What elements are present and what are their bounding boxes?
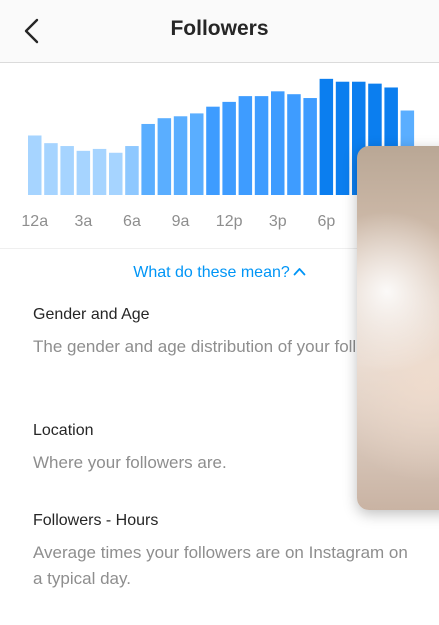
- help-link-label: What do these mean?: [133, 264, 290, 281]
- section-heading: Location: [33, 422, 94, 439]
- tick-label: 6a: [123, 213, 141, 230]
- bar-hour-19: [335, 81, 350, 195]
- followers-hours-section: Followers - Hours Average times your fol…: [33, 512, 413, 592]
- header-bar: Followers: [0, 0, 439, 63]
- bar-hour-1: [44, 143, 58, 195]
- bar-hour-14: [254, 96, 269, 195]
- bar-hour-18: [319, 78, 334, 195]
- tick-label: 3a: [74, 213, 92, 230]
- bar-hour-6: [125, 146, 139, 195]
- section-description: Where your followers are.: [33, 453, 227, 472]
- section-description: The gender and age distribution of your …: [33, 337, 407, 356]
- bar-hour-17: [303, 98, 317, 195]
- bar-hour-16: [287, 94, 301, 195]
- bar-hour-9: [173, 116, 188, 195]
- bar-hour-11: [206, 106, 220, 195]
- tick-label: 9a: [172, 213, 190, 230]
- bar-hour-12: [222, 101, 236, 195]
- chevron-up-icon: [293, 263, 306, 281]
- tick-label: 12p: [216, 213, 243, 230]
- bar-hour-2: [60, 146, 74, 195]
- bar-hour-4: [92, 148, 107, 195]
- bar-hour-10: [190, 113, 204, 195]
- section-heading: Followers - Hours: [33, 512, 159, 529]
- bar-hour-0: [28, 135, 42, 195]
- bar-hour-3: [76, 150, 91, 195]
- photo-overlay-card[interactable]: [357, 146, 439, 510]
- section-heading: Gender and Age: [33, 306, 150, 323]
- bar-hour-7: [141, 123, 155, 195]
- tick-label: 12a: [21, 213, 48, 230]
- gender-age-section: Gender and Age The gender and age distri…: [33, 306, 413, 360]
- page-title: Followers: [170, 17, 269, 40]
- bar-hour-13: [238, 96, 253, 195]
- section-description: Average times your followers are on Inst…: [33, 543, 408, 588]
- bar-hour-8: [157, 118, 172, 195]
- bar-hour-15: [271, 91, 285, 195]
- tick-label: 3p: [269, 213, 287, 230]
- bar-hour-5: [109, 152, 123, 195]
- location-section: Location Where your followers are.: [33, 422, 413, 476]
- tick-label: 6p: [317, 213, 335, 230]
